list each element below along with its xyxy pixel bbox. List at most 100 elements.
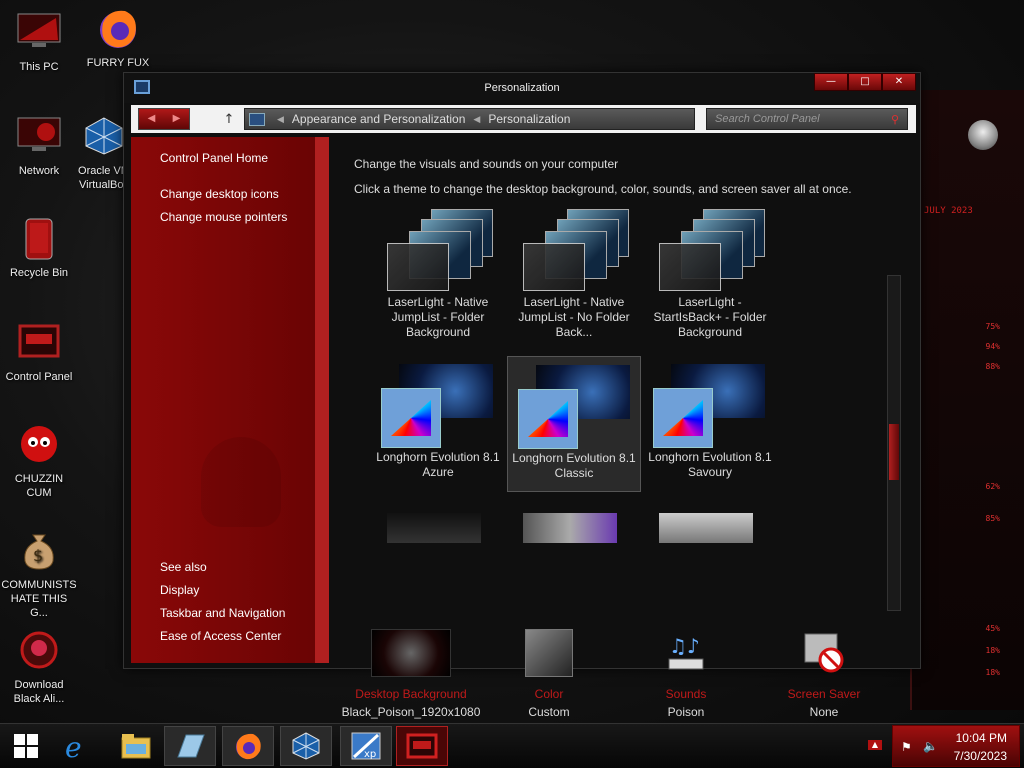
alien-head-icon xyxy=(968,120,998,150)
setting-label: Color xyxy=(534,687,564,701)
search-placeholder: Search Control Panel xyxy=(715,113,820,125)
desktop-icon-this-pc[interactable]: This PC xyxy=(1,8,77,74)
breadcrumb-separator-icon: ◀ xyxy=(277,113,284,124)
window-title: Personalization xyxy=(484,82,560,94)
title-bar[interactable]: Personalization — □ ✕ xyxy=(124,73,920,103)
desktop-icon-label: Control Panel xyxy=(5,371,73,383)
desktop-icon-recycle-bin[interactable]: Recycle Bin xyxy=(1,214,77,280)
page-heading: Change the visuals and sounds on your co… xyxy=(354,157,619,171)
theme-tile[interactable]: Longhorn Evolution 8.1 Savoury xyxy=(643,356,777,492)
theme-preview[interactable] xyxy=(523,513,617,543)
desktop-icon-control-panel[interactable]: Control Panel xyxy=(1,318,77,384)
svg-text:$: $ xyxy=(33,546,43,565)
setting-value: Poison xyxy=(667,705,705,719)
setting-label: Desktop Background xyxy=(355,687,467,701)
desktop-icon-chuzzin-cum[interactable]: CHUZZIN CUM xyxy=(1,420,77,500)
up-button[interactable]: ↑ xyxy=(220,112,238,127)
desktop-icon-label: COMMUNISTS HATE THIS G... xyxy=(1,579,77,619)
gadget-stat: 88% xyxy=(985,362,1000,371)
svg-text:xp: xp xyxy=(364,749,376,760)
desktop-background-setting[interactable]: Desktop Background Black_Poison_1920x108… xyxy=(341,629,481,719)
breadcrumb-separator-icon: ◀ xyxy=(473,113,481,124)
virtualbox-icon[interactable] xyxy=(280,726,332,766)
desktop-background-thumbnail xyxy=(371,629,451,677)
close-button[interactable]: ✕ xyxy=(882,73,916,91)
notepad-icon[interactable] xyxy=(164,726,216,766)
main-content: Change the visuals and sounds on your co… xyxy=(342,137,915,719)
theme-tile[interactable]: LaserLight - StartIsBack+ - Folder Backg… xyxy=(643,201,777,339)
search-input[interactable]: Search Control Panel ⚲ xyxy=(706,108,908,130)
gadget-stat: 18% xyxy=(985,668,1000,677)
desktop-icon-communists[interactable]: $ COMMUNISTS HATE THIS G... xyxy=(1,526,77,620)
screen-saver-setting[interactable]: Screen Saver None xyxy=(754,629,894,719)
control-panel-taskbar-icon[interactable] xyxy=(396,726,448,766)
sounds-setting[interactable]: ♫♪ Sounds Poison xyxy=(616,629,756,719)
control-panel-home-link[interactable]: Control Panel Home xyxy=(160,151,268,165)
volume-icon[interactable]: 🔈 xyxy=(923,739,938,753)
change-desktop-icons-link[interactable]: Change desktop icons xyxy=(160,187,279,201)
display-link[interactable]: Display xyxy=(160,583,199,597)
svg-text:e: e xyxy=(65,731,82,761)
customization-bar: Desktop Background Black_Poison_1920x108… xyxy=(341,621,915,731)
network-icon xyxy=(15,112,63,160)
theme-scrollbar[interactable] xyxy=(887,275,901,611)
theme-tile[interactable]: LaserLight - Native JumpList - No Folder… xyxy=(507,201,641,339)
desktop-icon-furry-fux[interactable]: FURRY FUX xyxy=(80,4,156,70)
theme-preview[interactable] xyxy=(387,513,481,543)
clock-time: 10:04 PM xyxy=(955,731,1007,745)
maximize-button[interactable]: □ xyxy=(848,73,882,91)
minimize-button[interactable]: — xyxy=(814,73,848,91)
theme-preview xyxy=(387,209,497,293)
breadcrumb-appearance[interactable]: Appearance and Personalization xyxy=(292,112,465,126)
setting-value: None xyxy=(809,705,839,719)
taskbar: e xp ▲ ⚑ 🔈 10:04 PM 7/30/2023 xyxy=(0,723,1024,768)
show-hidden-icons-chevron-icon[interactable]: ▲ xyxy=(868,740,882,750)
setting-value: Custom xyxy=(528,705,570,719)
theme-gallery: LaserLight - Native JumpList - Folder Ba… xyxy=(357,201,897,611)
color-setting[interactable]: Color Custom xyxy=(479,629,619,719)
gadget-stat: 62% xyxy=(985,482,1000,491)
file-explorer-icon[interactable] xyxy=(110,726,162,766)
setting-label: Screen Saver xyxy=(787,687,861,701)
theme-tile[interactable]: LaserLight - Native JumpList - Folder Ba… xyxy=(371,201,505,339)
scrollbar-thumb[interactable] xyxy=(889,424,899,480)
firefox-icon xyxy=(94,4,142,52)
breadcrumb-personalization[interactable]: Personalization xyxy=(488,112,570,126)
address-toolbar: ◀ ▶ ↑ ◀ Appearance and Personalization ◀… xyxy=(131,105,916,133)
search-icon[interactable]: ⚲ xyxy=(891,113,899,126)
control-panel-icon xyxy=(15,318,63,366)
desktop-icon-network[interactable]: Network xyxy=(1,112,77,178)
desktop-icon-label: Network xyxy=(18,165,60,177)
ease-of-access-link[interactable]: Ease of Access Center xyxy=(160,629,281,643)
theme-name: Longhorn Evolution 8.1 Azure xyxy=(376,450,500,479)
forward-button[interactable]: ▶ xyxy=(164,109,189,129)
setting-value: Black_Poison_1920x1080 xyxy=(341,705,481,719)
theme-preview xyxy=(659,209,769,293)
gadget-stat: 75% xyxy=(985,322,1000,331)
skull-watermark xyxy=(201,437,281,527)
firefox-icon[interactable] xyxy=(222,726,274,766)
action-center-flag-icon[interactable]: ⚑ xyxy=(901,740,912,754)
theme-preview[interactable] xyxy=(659,513,753,543)
start-button[interactable] xyxy=(0,726,52,766)
recycle-bin-icon xyxy=(15,214,63,262)
theme-tile[interactable]: Longhorn Evolution 8.1 Azure xyxy=(371,356,505,492)
theme-name: Longhorn Evolution 8.1 Classic xyxy=(512,451,636,480)
theme-name: LaserLight - Native JumpList - Folder Ba… xyxy=(387,295,489,339)
system-tray[interactable]: ⚑ 🔈 10:04 PM 7/30/2023 xyxy=(892,725,1020,767)
clock[interactable]: 10:04 PM 7/30/2023 xyxy=(954,729,1007,765)
taskbar-navigation-link[interactable]: Taskbar and Navigation xyxy=(160,606,285,620)
desktop-icon-download-black-alien[interactable]: Download Black Ali... xyxy=(1,626,77,706)
color-swatch xyxy=(525,629,573,677)
windows-xp-vm-icon[interactable]: xp xyxy=(340,726,392,766)
address-bar[interactable]: ◀ Appearance and Personalization ◀ Perso… xyxy=(244,108,695,130)
back-button[interactable]: ◀ xyxy=(139,109,164,129)
system-monitor-gadget: JULY 2023 75% 94% 88% 62% 85% 45% 18% 18… xyxy=(910,90,1024,710)
change-mouse-pointers-link[interactable]: Change mouse pointers xyxy=(160,210,287,224)
control-panel-icon xyxy=(134,80,150,94)
internet-explorer-icon[interactable]: e xyxy=(52,726,104,766)
color-fan-icon xyxy=(518,389,578,449)
theme-tile-selected[interactable]: Longhorn Evolution 8.1 Classic xyxy=(507,356,641,492)
gadget-stat: 45% xyxy=(985,624,1000,633)
page-subheading: Click a theme to change the desktop back… xyxy=(354,182,852,196)
